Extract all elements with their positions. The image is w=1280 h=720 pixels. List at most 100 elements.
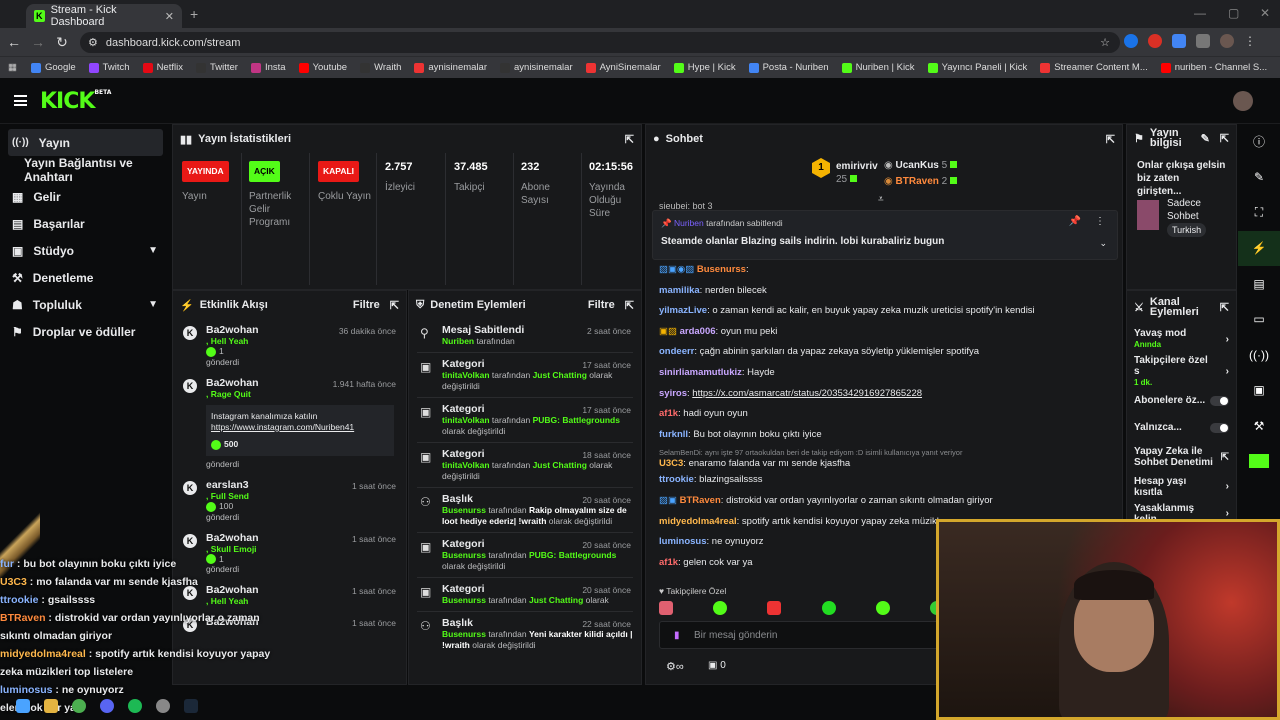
popout-icon[interactable]: ⇱ <box>390 299 399 312</box>
scroll-down-icon[interactable]: ⩡ <box>878 194 884 205</box>
bookmark-item[interactable]: Wraith <box>360 62 401 73</box>
chat-settings-icon[interactable]: ⚙∞ <box>666 660 684 673</box>
channel-action-row[interactable]: Takipçilere özel s1 dk. › <box>1127 355 1236 387</box>
sidebar-item-droplar[interactable]: ⚑ Droplar ve ödüller <box>0 318 172 345</box>
maximize-icon[interactable]: ▢ <box>1228 6 1239 20</box>
sidebar-item-yayin[interactable]: ((·)) Yayın <box>8 129 163 156</box>
chat-icon[interactable]: ▭ <box>1238 302 1280 338</box>
chat-username[interactable]: af1k <box>659 408 678 419</box>
add-icon[interactable] <box>1238 444 1280 480</box>
info-icon[interactable]: ⓘ <box>1238 124 1280 160</box>
bookmark-star-icon[interactable]: ☆ <box>1100 36 1110 49</box>
extensions-puzzle-icon[interactable] <box>1196 34 1210 48</box>
channel-action-row[interactable]: Yavaş mod Anında › <box>1127 323 1236 355</box>
bookmark-item[interactable]: Netflix <box>142 62 183 73</box>
bookmark-item[interactable]: aynisinemalar <box>500 62 573 73</box>
sidebar-item-studyo[interactable]: ▣ Stüdyo ▼ <box>0 237 172 264</box>
chat-username[interactable]: ondeerr <box>659 346 694 357</box>
more-options-icon[interactable]: ⋮ <box>1095 216 1105 227</box>
bookmark-item[interactable]: Youtube <box>298 62 347 73</box>
folder-icon[interactable] <box>44 699 58 713</box>
chevron-down-icon[interactable]: ▼ <box>148 299 158 310</box>
browser-menu-icon[interactable]: ⋮ <box>1244 34 1256 48</box>
chat-username[interactable]: luminosus <box>659 536 707 547</box>
wrench-icon[interactable]: ⚒ <box>1238 408 1280 444</box>
close-window-icon[interactable]: ✕ <box>1260 6 1270 20</box>
bookmark-item[interactable]: Streamer Content M... <box>1040 62 1148 73</box>
chevron-down-icon[interactable]: ⌄ <box>1099 238 1107 249</box>
moderator-name[interactable]: Busenurss <box>442 629 486 639</box>
chat-username[interactable]: arda006 <box>680 326 716 337</box>
broadcast-icon[interactable]: ((·)) <box>1238 337 1280 373</box>
sidebar-item-topluluk[interactable]: ☗ Topluluk ▼ <box>0 291 172 318</box>
back-icon[interactable]: ← <box>2 34 26 50</box>
bookmark-item[interactable]: Twitter <box>195 62 238 73</box>
sidebar-item-denetleme[interactable]: ⚒ Denetleme <box>0 264 172 291</box>
profile-icon[interactable] <box>1220 34 1234 48</box>
bookmark-item[interactable]: Twitch <box>88 62 130 73</box>
filter-button[interactable]: Filtre <box>588 299 615 311</box>
bookmark-item[interactable]: Hype | Kick <box>673 62 736 73</box>
unpin-icon[interactable]: 📌 <box>1069 216 1081 227</box>
extension-icon[interactable] <box>1124 34 1138 48</box>
address-bar[interactable]: ⚙ dashboard.kick.com/stream ☆ <box>80 32 1120 53</box>
chat-username[interactable]: midyedolma4real <box>659 516 737 527</box>
leader-name[interactable]: UcanKus <box>896 160 939 171</box>
bookmark-item[interactable]: Google <box>30 62 76 73</box>
bookmark-item[interactable]: Yayıncı Paneli | Kick <box>927 62 1027 73</box>
spotify-icon[interactable] <box>128 699 142 713</box>
minimize-icon[interactable]: — <box>1194 6 1206 20</box>
emote-icon[interactable] <box>713 601 728 615</box>
leader-name[interactable]: emirivriv <box>836 160 878 173</box>
chat-username[interactable]: sinirliamamutlukiz <box>659 367 742 378</box>
shield-extension-icon[interactable] <box>1172 34 1186 48</box>
channel-action-row[interactable]: Yalnızca... <box>1127 414 1236 441</box>
moderator-name[interactable]: Busenurss <box>442 505 486 515</box>
apps-grid-icon[interactable]: ▦ <box>8 62 17 73</box>
clip-icon[interactable]: ▣ <box>1238 373 1280 409</box>
chat-username[interactable]: mamilika <box>659 285 700 296</box>
browser-tab[interactable]: K Stream - Kick Dashboard ✕ <box>26 4 182 28</box>
close-tab-icon[interactable]: ✕ <box>165 10 174 23</box>
lightning-icon[interactable]: ⚡ <box>1238 230 1280 266</box>
bookmark-item[interactable]: Nuriben | Kick <box>841 62 915 73</box>
chat-username[interactable]: yilmazLive <box>659 305 707 316</box>
moderator-name[interactable]: Busenurss <box>442 595 486 605</box>
moderator-name[interactable]: tinitaVolkan <box>442 370 490 380</box>
bookmark-item[interactable]: Posta - Nuriben <box>748 62 829 73</box>
stats-icon[interactable]: ▤ <box>1238 266 1280 302</box>
moderator-name[interactable]: tinitaVolkan <box>442 460 490 470</box>
pinned-by[interactable]: Nuriben <box>674 218 704 228</box>
popout-icon[interactable]: ⇱ <box>625 299 634 312</box>
channel-action-row[interactable]: Abonelere öz... <box>1127 387 1236 414</box>
sidebar-item-stream-key[interactable]: Yayın Bağlantısı ve Anahtarı <box>0 156 172 184</box>
chat-username[interactable]: af1k <box>659 557 678 568</box>
bookmark-item[interactable]: Insta <box>250 62 286 73</box>
fullscreen-icon[interactable]: ⛶ <box>1238 195 1280 231</box>
channel-action-row[interactable]: Hesap yaşı kısıtla › <box>1127 473 1236 500</box>
chat-username[interactable]: BTRaven <box>680 495 721 506</box>
chat-username[interactable]: furknll <box>659 429 688 440</box>
chevron-down-icon[interactable]: ▼ <box>148 245 158 256</box>
edit-icon[interactable]: ✎ <box>1201 132 1210 145</box>
emote-icon[interactable] <box>821 601 836 615</box>
kick-logo[interactable]: KICKBETA <box>40 89 111 114</box>
site-info-icon[interactable]: ⚙ <box>88 36 98 49</box>
gift-counter[interactable]: ▣ 0 <box>708 660 726 671</box>
channel-action-row[interactable]: Yapay Zeka ile Sohbet Denetimi ⇱ <box>1127 441 1236 473</box>
steam-icon[interactable] <box>184 699 198 713</box>
sidebar-item-gelir[interactable]: ▦ Gelir <box>0 183 172 210</box>
sidebar-item-basarilar[interactable]: ▤ Başarılar <box>0 210 172 237</box>
toggle-switch[interactable] <box>1210 422 1229 433</box>
bookmark-item[interactable]: AyniSinemalar <box>585 62 661 73</box>
popout-icon[interactable]: ⇱ <box>1220 132 1229 145</box>
filter-button[interactable]: Filtre <box>353 299 380 311</box>
message-link[interactable]: https://www.instagram.com/Nuriben41 <box>211 422 389 433</box>
new-tab-button[interactable]: + <box>190 6 198 22</box>
leader-name[interactable]: BTRaven <box>896 176 939 187</box>
moderator-name[interactable]: tinitaVolkan <box>442 415 490 425</box>
bookmark-item[interactable]: nuriben - Channel S... <box>1160 62 1267 73</box>
emote-icon[interactable] <box>875 601 890 615</box>
category-name[interactable]: Sadece Sohbet <box>1167 197 1227 223</box>
obs-icon[interactable] <box>156 699 170 713</box>
